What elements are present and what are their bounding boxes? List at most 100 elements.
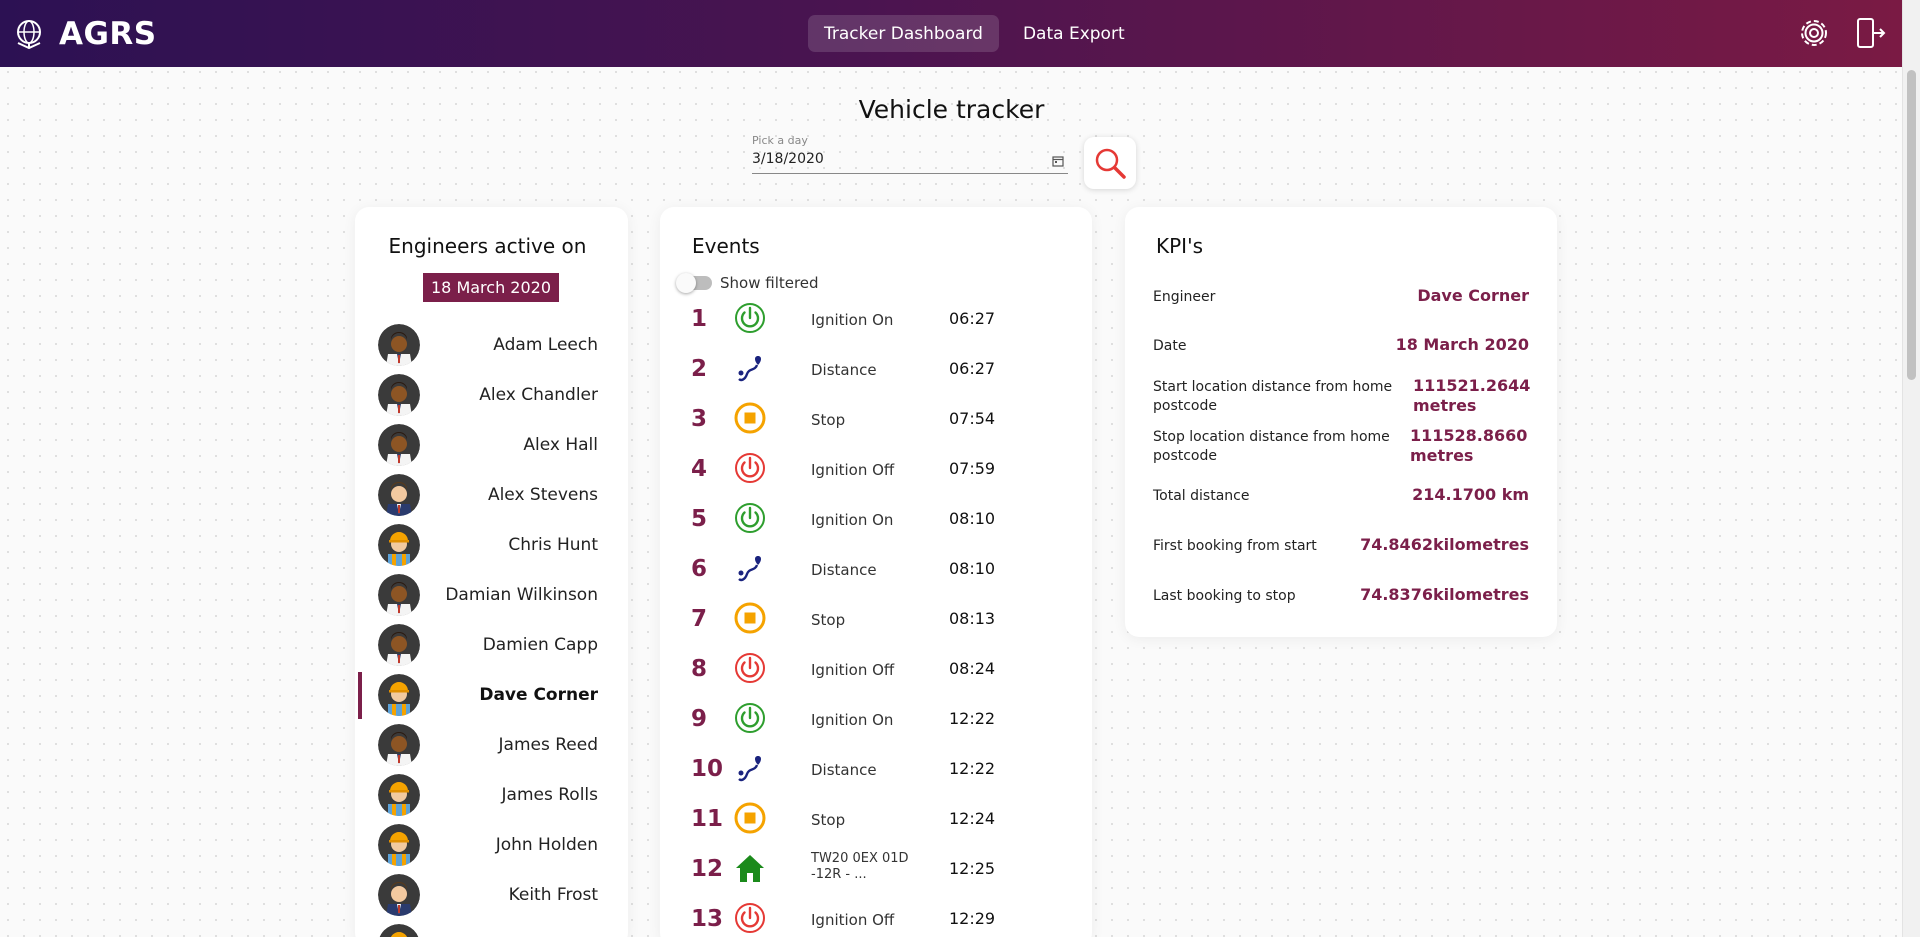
engineer-avatar (378, 374, 420, 416)
ignition-on-icon (733, 701, 767, 735)
kpi-label: Engineer (1153, 289, 1216, 305)
event-row[interactable]: 6 Distance 08:10 (683, 547, 1083, 597)
kpi-label: Total distance (1153, 488, 1250, 504)
engineer-name: Damien Capp (482, 635, 598, 655)
engineer-row[interactable]: Keith Frost (358, 870, 606, 920)
event-number: 12 (691, 856, 724, 882)
ignition-on-icon (733, 301, 767, 335)
toggle-track[interactable] (676, 273, 712, 293)
kpi-value: 18 March 2020 (1395, 335, 1529, 354)
event-label: Ignition On (811, 311, 894, 329)
engineer-name: James Rolls (501, 785, 598, 805)
show-filtered-toggle[interactable]: Show filtered (676, 273, 819, 293)
event-row[interactable]: 4 Ignition Off 07:59 (683, 447, 1083, 497)
engineer-avatar (378, 724, 420, 766)
event-row[interactable]: 5 Ignition On 08:10 (683, 497, 1083, 547)
kpi-value: 74.8376kilometres (1360, 585, 1529, 604)
event-time: 06:27 (949, 359, 996, 378)
event-row[interactable]: 13 Ignition Off 12:29 (683, 897, 1083, 937)
event-label: Stop (811, 411, 846, 429)
page-scrollbar[interactable] (1902, 0, 1920, 937)
tab-data-export[interactable]: Data Export (1007, 15, 1141, 52)
settings-gear-icon[interactable] (1797, 16, 1831, 50)
kpi-value: Dave Corner (1417, 286, 1529, 305)
engineer-avatar (378, 924, 420, 937)
event-number: 1 (691, 306, 708, 332)
event-time: 08:10 (949, 559, 996, 578)
event-number: 2 (691, 356, 708, 382)
engineer-row[interactable]: Chris Hunt (358, 520, 606, 570)
engineer-row[interactable]: Damian Wilkinson (358, 570, 606, 620)
search-icon (1095, 148, 1126, 179)
engineer-row[interactable]: James Rolls (358, 770, 606, 820)
kpi-label: Last booking to stop (1153, 588, 1296, 604)
kpi-label: Date (1153, 338, 1187, 354)
engineer-row[interactable]: John Holden (358, 820, 606, 870)
scrollbar-thumb[interactable] (1907, 70, 1916, 380)
engineers-heading: Engineers active on (388, 234, 587, 258)
ignition-on-icon (733, 501, 767, 535)
event-number: 8 (691, 656, 708, 682)
date-picker-field[interactable]: Pick a day 3/18/2020 (752, 132, 1068, 174)
top-bar: AGRS Tracker Dashboard Data Export (0, 0, 1902, 67)
ignition-off-icon (733, 451, 767, 485)
event-number: 10 (691, 756, 724, 782)
engineer-row[interactable]: Alex Chandler (358, 370, 606, 420)
kpi-value: 111521.2644 metres (1413, 376, 1531, 415)
ignition-off-icon (733, 651, 767, 685)
event-row[interactable]: 12 TW20 0EX 01D -12R - ... 12:25 (683, 847, 1083, 897)
active-date-badge: 18 March 2020 (423, 273, 560, 302)
event-label: Stop (811, 811, 846, 829)
event-number: 3 (691, 406, 708, 432)
event-label: Ignition Off (811, 461, 895, 479)
event-number: 13 (691, 906, 724, 932)
event-row[interactable]: 10 Distance 12:22 (683, 747, 1083, 797)
engineer-row[interactable]: Damien Capp (358, 620, 606, 670)
engineer-name: Keith Frost (508, 885, 598, 905)
event-row[interactable]: 2 Distance 06:27 (683, 347, 1083, 397)
calendar-icon[interactable] (1052, 152, 1064, 171)
home-icon (733, 851, 767, 885)
toggle-knob[interactable] (676, 273, 696, 293)
engineer-row[interactable]: James Reed (358, 720, 606, 770)
event-time: 06:27 (949, 309, 996, 328)
event-time: 08:13 (949, 609, 996, 628)
event-time: 07:59 (949, 459, 996, 478)
event-label: TW20 0EX 01D -12R - ... (811, 851, 909, 882)
event-row[interactable]: 7 Stop 08:13 (683, 597, 1083, 647)
event-row[interactable]: 9 Ignition On 12:22 (683, 697, 1083, 747)
event-label: Stop (811, 611, 846, 629)
engineer-avatar (378, 874, 420, 916)
main-nav: Tracker Dashboard Data Export (808, 15, 1149, 52)
engineer-name: Dave Corner (479, 685, 598, 705)
engineer-name: Chris Hunt (508, 535, 598, 555)
event-label: Ignition Off (811, 661, 895, 679)
engineer-name: James Reed (498, 735, 598, 755)
engineer-row[interactable]: Dave Corner (358, 670, 606, 720)
engineer-name: Alex Stevens (487, 485, 598, 505)
tab-tracker-dashboard[interactable]: Tracker Dashboard (808, 15, 999, 52)
stop-icon (733, 601, 767, 635)
engineer-row[interactable]: Adam Leech (358, 320, 606, 370)
event-row[interactable]: 11 Stop 12:24 (683, 797, 1083, 847)
engineer-name: Adam Leech (493, 335, 598, 355)
event-row[interactable]: 3 Stop 07:54 (683, 397, 1083, 447)
engineer-row[interactable]: Alex Stevens (358, 470, 606, 520)
engineer-name: Alex Hall (523, 435, 598, 455)
distance-icon (733, 351, 767, 385)
event-time: 12:22 (949, 709, 996, 728)
search-button[interactable] (1084, 137, 1136, 189)
event-number: 7 (691, 606, 708, 632)
event-row[interactable]: 8 Ignition Off 08:24 (683, 647, 1083, 697)
distance-icon (733, 751, 767, 785)
engineer-row[interactable]: Alex Hall (358, 420, 606, 470)
brand[interactable]: AGRS (13, 16, 157, 52)
distance-icon (733, 551, 767, 585)
logout-icon[interactable] (1853, 16, 1887, 50)
engineer-avatar (378, 624, 420, 666)
event-row[interactable]: 1 Ignition On 06:27 (683, 297, 1083, 347)
engineer-row[interactable] (358, 920, 606, 937)
kpi-label: Start location distance from home postco… (1153, 379, 1393, 414)
date-input[interactable]: 3/18/2020 (752, 151, 824, 167)
kpi-value: 111528.8660 metres (1410, 426, 1528, 465)
